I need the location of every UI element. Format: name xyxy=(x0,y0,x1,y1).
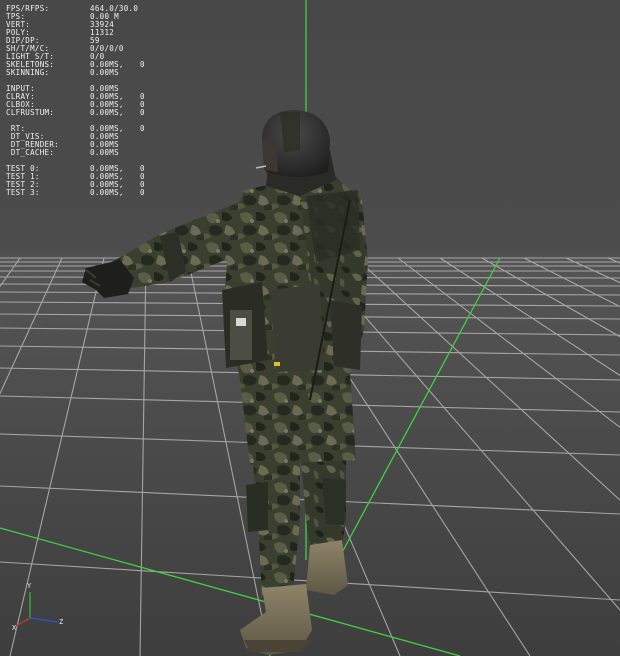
axis-gizmo xyxy=(15,592,59,627)
stats-extra xyxy=(140,69,160,77)
stats-extra xyxy=(140,141,160,149)
stats-extra: 0 xyxy=(140,188,145,197)
stats-value: 0.00MS, xyxy=(90,108,124,117)
stats-extra xyxy=(140,45,160,53)
stats-label: DT_CACHE: xyxy=(6,148,55,157)
3d-viewport[interactable]: FPS/RFPS: 464.0/30.0 TPS: 0.00 M VERT: 33924 P… xyxy=(0,0,620,656)
stats-extra: 0 xyxy=(140,108,145,117)
stats-extra: 0 xyxy=(140,124,145,133)
stats-extra xyxy=(140,149,160,157)
stats-extra xyxy=(140,21,160,29)
stats-value: 0.00MS xyxy=(90,148,119,157)
stats-extra xyxy=(140,37,160,45)
stats-row: DT_CACHE: 0.00MS xyxy=(6,149,160,157)
stats-extra xyxy=(140,133,160,141)
gizmo-x-label: X xyxy=(12,624,17,632)
stats-row: FPS/RFPS: 464.0/30.0 xyxy=(6,5,160,13)
stats-row: CLFRUSTUM: 0.00MS, 0 xyxy=(6,109,160,117)
stats-extra: 0 xyxy=(140,60,145,69)
stats-extra xyxy=(140,29,160,37)
stats-extra xyxy=(140,13,160,21)
stats-label: CLFRUSTUM: xyxy=(6,108,55,117)
stats-row: SKINNING: 0.00MS xyxy=(6,69,160,77)
stats-label: TEST 3: xyxy=(6,188,40,197)
stats-label: SKINNING: xyxy=(6,68,50,77)
gizmo-y-label: Y xyxy=(27,582,32,590)
stats-overlay: FPS/RFPS: 464.0/30.0 TPS: 0.00 M VERT: 33924 P… xyxy=(6,5,160,197)
stats-row: TEST 3: 0.00MS, 0 xyxy=(6,189,160,197)
stats-value: 0.00MS xyxy=(90,68,119,77)
gizmo-z-label: Z xyxy=(59,618,64,626)
stats-value: 0.00MS, xyxy=(90,188,124,197)
stats-extra xyxy=(140,5,160,13)
